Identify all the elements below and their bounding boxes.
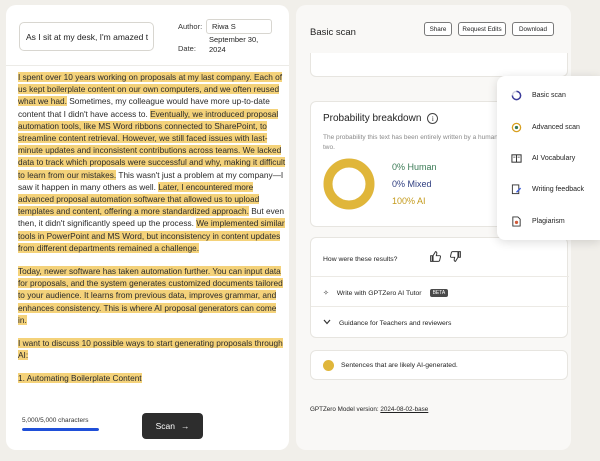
- probability-donut-chart: [323, 158, 375, 210]
- ai-tutor-label: Write with GPTZero AI Tutor: [336, 289, 422, 297]
- document-paragraph: 1. Automating Boilerplate Content: [18, 372, 286, 384]
- beta-badge: BETA: [429, 289, 449, 297]
- feedback-divider: [311, 306, 569, 307]
- probability-title-text: Probability breakdown: [323, 113, 422, 124]
- share-button[interactable]: Share: [424, 22, 452, 36]
- document-panel: As I sit at my desk, I'm amazed t Author…: [6, 5, 289, 450]
- scan-type-menu: Basic scan Advanced scan AI Vocabulary W…: [497, 76, 600, 240]
- document-text-area[interactable]: I spent over 10 years working on proposa…: [18, 71, 286, 401]
- model-version-link[interactable]: 2024-08-02-base: [380, 406, 428, 413]
- menu-item-basic-scan[interactable]: Basic scan: [503, 84, 600, 106]
- scan-button[interactable]: Scan →: [142, 413, 203, 439]
- mixed-percentage: 0% Mixed: [392, 179, 432, 189]
- magnify-scan-icon: [511, 122, 522, 133]
- text-fade: [6, 385, 289, 405]
- ai-highlighted-sentence: I want to discuss 10 possible ways to st…: [18, 338, 283, 361]
- ai-highlighted-sentence: Today, newer software has taken automati…: [18, 266, 283, 325]
- pen-doc-icon: [511, 183, 522, 195]
- feedback-question-text: How were these results?: [323, 256, 398, 263]
- feedback-divider: [311, 276, 569, 277]
- menu-item-label: Basic scan: [532, 91, 566, 99]
- author-label: Author:: [178, 22, 203, 31]
- request-edits-button[interactable]: Request Edits: [458, 22, 506, 36]
- feedback-card: How were these results? ✧ Write with GPT…: [310, 237, 569, 338]
- download-button[interactable]: Download: [512, 22, 554, 36]
- document-paragraph: I want to discuss 10 possible ways to st…: [18, 337, 286, 361]
- ai-highlighted-sentence: 1. Automating Boilerplate Content: [18, 373, 142, 384]
- doc-plagiarism-icon: [511, 215, 522, 227]
- menu-item-plagiarism[interactable]: Plagiarism: [503, 210, 600, 232]
- book-icon: [511, 153, 522, 164]
- legend-text: Sentences that are likely AI-generated.: [341, 362, 458, 369]
- model-version: GPTZero Model version: 2024-08-02-base: [310, 406, 428, 413]
- header-divider: [6, 65, 289, 66]
- human-percentage: 0% Human: [392, 162, 437, 172]
- document-paragraph: I spent over 10 years working on proposa…: [18, 71, 286, 254]
- results-card-top: [310, 53, 568, 77]
- menu-item-label: Plagiarism: [532, 217, 565, 225]
- date-label: Date:: [178, 44, 196, 53]
- feedback-question: How were these results?: [323, 256, 397, 263]
- thumbs-down-icon[interactable]: [449, 250, 462, 266]
- ai-percentage: 100% AI: [392, 196, 426, 206]
- date-value: September 30, 2024: [209, 35, 259, 54]
- guidance-label: Guidance for Teachers and reviewers: [339, 319, 452, 327]
- scan-button-label: Scan: [155, 421, 175, 431]
- document-title-input[interactable]: As I sit at my desk, I'm amazed t: [19, 22, 154, 51]
- menu-item-label: Writing feedback: [532, 185, 585, 193]
- guidance-row[interactable]: Guidance for Teachers and reviewers: [323, 319, 451, 327]
- chevron-down-icon: [323, 319, 331, 327]
- character-progress-bar: [22, 428, 99, 431]
- document-paragraph: Today, newer software has taken automati…: [18, 265, 286, 326]
- donut-ai-segment: [323, 158, 375, 210]
- thumbs-up-icon[interactable]: [429, 250, 442, 266]
- author-input[interactable]: Riwa S: [206, 19, 272, 34]
- character-progress-fill: [22, 428, 99, 431]
- arrow-right-icon: →: [180, 421, 190, 431]
- menu-item-ai-vocabulary[interactable]: AI Vocabulary: [503, 147, 600, 169]
- results-title: Basic scan: [310, 27, 356, 38]
- ai-tutor-row[interactable]: ✧ Write with GPTZero AI Tutor BETA: [323, 289, 449, 297]
- character-count: 5,000/5,000 characters: [22, 417, 89, 424]
- menu-item-label: Advanced scan: [532, 123, 580, 131]
- probability-title: Probability breakdown i: [323, 113, 439, 124]
- circle-progress-icon: [511, 90, 522, 101]
- menu-item-label: AI Vocabulary: [532, 154, 576, 162]
- sparkle-icon: ✧: [323, 290, 329, 297]
- menu-item-writing-feedback[interactable]: Writing feedback: [503, 178, 600, 200]
- legend-card: Sentences that are likely AI-generated.: [310, 350, 568, 380]
- menu-item-advanced-scan[interactable]: Advanced scan: [503, 116, 600, 138]
- ai-legend-dot: [323, 360, 334, 371]
- model-version-label: GPTZero Model version:: [310, 406, 379, 413]
- info-icon[interactable]: i: [427, 113, 439, 124]
